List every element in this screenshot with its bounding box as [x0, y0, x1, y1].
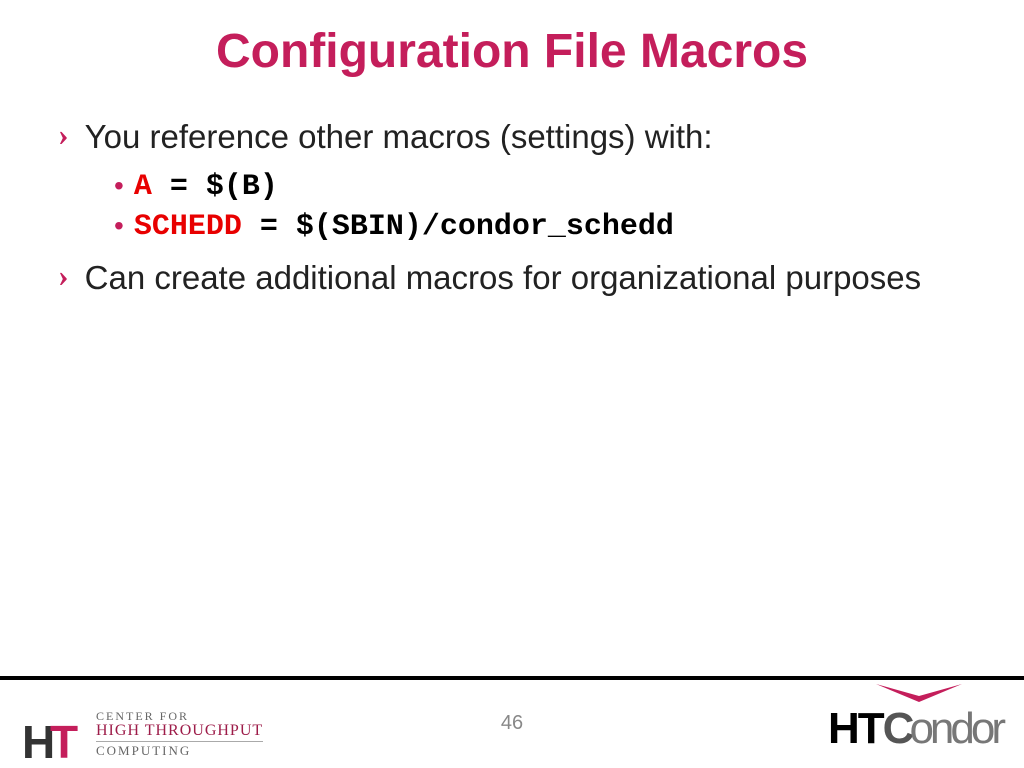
- footer-divider: [0, 676, 1024, 680]
- logo-line: CENTER FOR: [96, 710, 263, 723]
- code-line: SCHEDD = $(SBIN)/condor_schedd: [134, 210, 674, 244]
- ondor-text: ondor: [909, 704, 1002, 754]
- slide-content: › You reference other macros (settings) …: [0, 79, 1024, 300]
- chevron-icon: ›: [58, 256, 69, 294]
- chevron-icon: ›: [58, 115, 69, 153]
- bullet-dot-icon: •: [114, 172, 124, 200]
- slide: Configuration File Macros › You referenc…: [0, 0, 1024, 768]
- code-line: A = $(B): [134, 170, 278, 204]
- code-keyword: SCHEDD: [134, 210, 242, 244]
- logo-line: COMPUTING: [96, 744, 263, 758]
- bullet-level1: › Can create additional macros for organ…: [58, 256, 966, 301]
- htcondor-logo: HTCondor: [828, 704, 1002, 754]
- logo-line: HIGH THROUGHPUT: [96, 723, 263, 743]
- bullet-level2: • SCHEDD = $(SBIN)/condor_schedd: [114, 210, 966, 244]
- code-rest: = $(B): [152, 170, 278, 204]
- ht-mark-icon: HT: [22, 710, 86, 758]
- bullet-level2: • A = $(B): [114, 170, 966, 204]
- bullet-text: Can create additional macros for organiz…: [85, 256, 921, 301]
- slide-title: Configuration File Macros: [0, 0, 1024, 79]
- slide-footer: 46 HT CENTER FOR HIGH THROUGHPUT COMPUTI…: [0, 676, 1024, 768]
- code-rest: = $(SBIN)/condor_schedd: [242, 210, 674, 244]
- bullet-text: You reference other macros (settings) wi…: [85, 115, 713, 160]
- wing-icon: [874, 682, 964, 708]
- bullet-dot-icon: •: [114, 212, 124, 240]
- htc-text: HTC: [828, 704, 911, 754]
- chtc-logo-text: CENTER FOR HIGH THROUGHPUT COMPUTING: [96, 710, 263, 758]
- bullet-level1: › You reference other macros (settings) …: [58, 115, 966, 160]
- code-keyword: A: [134, 170, 152, 204]
- chtc-logo: HT CENTER FOR HIGH THROUGHPUT COMPUTING: [22, 710, 263, 758]
